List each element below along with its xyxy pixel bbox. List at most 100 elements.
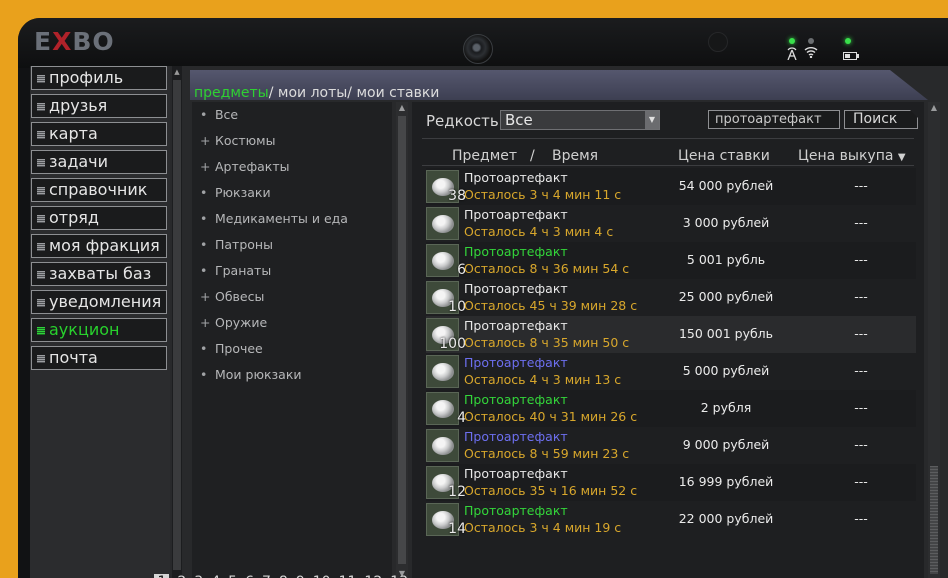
col-header-time[interactable]: Время (552, 148, 598, 164)
page-link[interactable]: 4 (211, 574, 220, 578)
page-link[interactable]: 7 (262, 574, 271, 578)
tab-items[interactable]: предметы (194, 85, 269, 101)
category-scrollbar[interactable]: ▲ ▼ (396, 102, 408, 578)
lot-row[interactable]: ПротоартефактОсталось 8 ч 59 мин 23 с9 0… (426, 427, 916, 464)
page-link[interactable]: 8 (279, 574, 288, 578)
lot-row[interactable]: 6ПротоартефактОсталось 8 ч 36 мин 54 с5 … (426, 242, 916, 279)
main-scroll-thumb[interactable] (930, 466, 938, 574)
category-item[interactable]: • Мои рюкзаки (192, 362, 392, 388)
page-link[interactable]: 11 (339, 574, 357, 578)
item-thumbnail[interactable] (426, 207, 459, 240)
scroll-up-icon[interactable]: ▲ (928, 103, 940, 112)
nav-scrollbar[interactable]: ▲ (172, 66, 182, 578)
page-link[interactable]: 2 (177, 574, 186, 578)
category-item[interactable]: • Патроны (192, 232, 392, 258)
lot-row[interactable]: 100ПротоартефактОсталось 8 ч 35 мин 50 с… (426, 316, 916, 353)
page-link[interactable]: 9 (296, 574, 305, 578)
item-name: Протоартефакт (464, 466, 568, 481)
artifact-icon (432, 437, 454, 455)
item-thumbnail[interactable]: 14 (426, 503, 459, 536)
category-label: Все (215, 107, 238, 122)
col-header-buyout[interactable]: Цена выкупа ▼ (798, 148, 906, 164)
page-link[interactable]: 12 (364, 574, 382, 578)
lot-row[interactable]: ПротоартефактОсталось 4 ч 3 мин 4 с3 000… (426, 205, 916, 242)
nav-item[interactable]: аукцион (31, 318, 167, 342)
time-left: Осталось 4 ч 3 мин 13 с (464, 372, 621, 387)
sort-arrow-icon[interactable]: ▼ (898, 152, 906, 163)
nav-item[interactable]: справочник (31, 178, 167, 202)
lot-row[interactable]: 10ПротоартефактОсталось 45 ч 39 мин 28 с… (426, 279, 916, 316)
item-name: Протоартефакт (464, 318, 568, 333)
nav-item[interactable]: почта (31, 346, 167, 370)
lot-row[interactable]: 12ПротоартефактОсталось 35 ч 16 мин 52 с… (426, 464, 916, 501)
item-thumbnail[interactable]: 12 (426, 466, 459, 499)
main-scrollbar[interactable]: ▲ (928, 102, 940, 578)
item-thumbnail[interactable]: 100 (426, 318, 459, 351)
tab-my-bids[interactable]: мои ставки (356, 85, 439, 101)
nav-item[interactable]: уведомления (31, 290, 167, 314)
scroll-up-icon[interactable]: ▲ (173, 68, 181, 77)
nav-item[interactable]: отряд (31, 206, 167, 230)
item-thumbnail[interactable]: 10 (426, 281, 459, 314)
scroll-up-icon[interactable]: ▲ (396, 103, 408, 112)
rarity-label: Редкость (426, 112, 499, 130)
chevron-down-icon[interactable]: ▼ (645, 111, 659, 129)
category-item[interactable]: • Прочее (192, 336, 392, 362)
camera-lens (463, 34, 493, 64)
category-item[interactable]: • Медикаменты и еда (192, 206, 392, 232)
page-link[interactable]: 3 (194, 574, 203, 578)
item-thumbnail[interactable]: 4 (426, 392, 459, 425)
search-input[interactable]: протоартефакт (708, 110, 840, 129)
lot-row[interactable]: 14ПротоартефактОсталось 3 ч 4 мин 19 с22… (426, 501, 916, 538)
category-item[interactable]: + Артефакты (192, 154, 392, 180)
time-left: Осталось 45 ч 39 мин 28 с (464, 298, 637, 313)
category-item[interactable]: + Оружие (192, 310, 392, 336)
col-header-bid[interactable]: Цена ставки (678, 148, 770, 164)
item-thumbnail[interactable] (426, 429, 459, 462)
artifact-icon (432, 400, 454, 418)
nav-item[interactable]: профиль (31, 66, 167, 90)
category-item[interactable]: • Гранаты (192, 258, 392, 284)
item-thumbnail[interactable]: 6 (426, 244, 459, 277)
category-item[interactable]: • Рюкзаки (192, 180, 392, 206)
category-item[interactable]: + Обвесы (192, 284, 392, 310)
buyout-price: --- (806, 474, 916, 489)
rarity-select[interactable]: Все ▼ (500, 110, 660, 130)
page-link[interactable]: 10 (313, 574, 331, 578)
lot-row[interactable]: ПротоартефактОсталось 4 ч 3 мин 13 с5 00… (426, 353, 916, 390)
bid-price: 54 000 рублей (656, 178, 796, 193)
artifact-icon (432, 215, 454, 233)
nav-item[interactable]: моя фракция (31, 234, 167, 258)
category-label: Обвесы (215, 289, 264, 304)
item-quantity: 100 (439, 336, 466, 352)
nav-item[interactable]: задачи (31, 150, 167, 174)
category-scroll-thumb[interactable] (398, 116, 406, 564)
nav-item[interactable]: друзья (31, 94, 167, 118)
buyout-price: --- (806, 363, 916, 378)
category-label: Мои рюкзаки (215, 367, 302, 382)
tab-my-lots[interactable]: мои лоты (278, 85, 347, 101)
nav-item[interactable]: карта (31, 122, 167, 146)
lot-row[interactable]: 4ПротоартефактОсталось 40 ч 31 мин 26 с2… (426, 390, 916, 427)
time-left: Осталось 3 ч 4 мин 11 с (464, 187, 621, 202)
nav-scroll-thumb[interactable] (173, 80, 181, 570)
item-name: Протоартефакт (464, 503, 568, 518)
page-link[interactable]: 13 (390, 574, 408, 578)
category-item[interactable]: • Все (192, 102, 392, 128)
col-header-sep: / (530, 148, 535, 164)
page-link[interactable]: 6 (245, 574, 254, 578)
item-thumbnail[interactable]: 38 (426, 170, 459, 203)
search-button[interactable]: Поиск (844, 110, 918, 129)
page-link[interactable]: 5 (228, 574, 237, 578)
nav-item[interactable]: захваты баз (31, 262, 167, 286)
page-link[interactable]: 1 (154, 574, 169, 578)
status-led (808, 38, 814, 44)
lot-row[interactable]: 38ПротоартефактОсталось 3 ч 4 мин 11 с54… (426, 168, 916, 205)
col-header-item[interactable]: Предмет (452, 148, 517, 164)
item-thumbnail[interactable] (426, 355, 459, 388)
category-item[interactable]: + Костюмы (192, 128, 392, 154)
category-label: Оружие (215, 315, 267, 330)
bid-price: 5 001 рубль (656, 252, 796, 267)
category-label: Прочее (215, 341, 263, 356)
time-left: Осталось 4 ч 3 мин 4 с (464, 224, 613, 239)
